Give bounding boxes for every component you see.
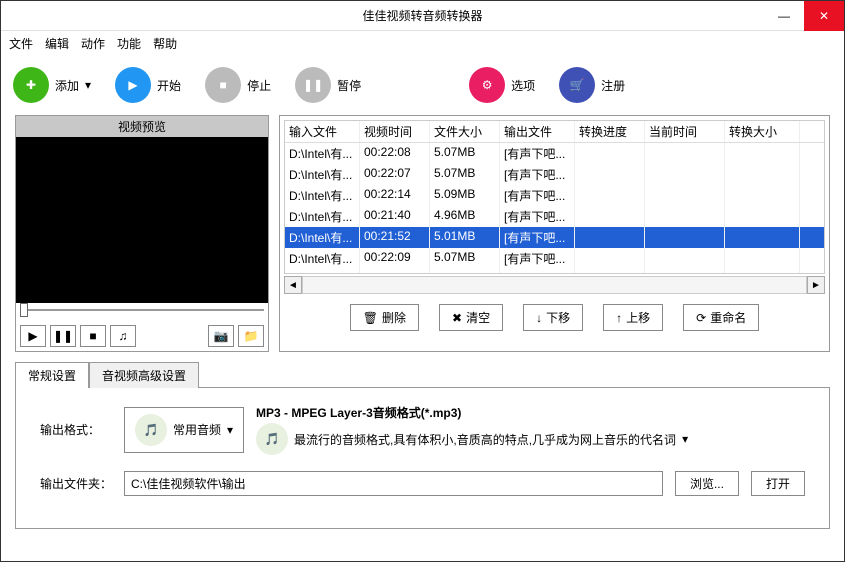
audio-button[interactable]: ♫ xyxy=(110,325,136,347)
options-button[interactable]: ⚙ 选项 xyxy=(469,67,535,103)
x-icon: ✖ xyxy=(452,311,462,325)
format-title: MP3 - MPEG Layer-3音频格式(*.mp3) xyxy=(256,404,805,421)
col-input[interactable]: 输入文件 xyxy=(285,121,360,142)
pause-button[interactable]: ❚❚ 暂停 xyxy=(295,67,361,103)
play-button[interactable]: ▶ xyxy=(20,325,46,347)
window-title: 佳佳视频转音频转换器 xyxy=(362,7,482,24)
format-label: 输出格式： xyxy=(40,421,112,438)
start-button[interactable]: ▶ 开始 xyxy=(115,67,181,103)
table-row[interactable]: D:\Intel\有...00:22:095.07MB[有声下吧... xyxy=(285,248,824,269)
gear-icon: ⚙ xyxy=(469,67,505,103)
file-table: 输入文件 视频时间 文件大小 输出文件 转换进度 当前时间 转换大小 D:\In… xyxy=(284,120,825,274)
clear-button[interactable]: ✖清空 xyxy=(439,304,503,331)
col-progress[interactable]: 转换进度 xyxy=(575,121,645,142)
delete-button[interactable]: 🗑删除 xyxy=(350,304,419,331)
tab-advanced[interactable]: 音视频高级设置 xyxy=(89,362,199,388)
format-combo[interactable]: 🎵 常用音频 ▾ xyxy=(124,407,244,453)
video-preview-area xyxy=(16,137,268,303)
minimize-button[interactable]: — xyxy=(764,1,804,31)
toolbar: ✚ 添加 ▾ ▶ 开始 ■ 停止 ❚❚ 暂停 ⚙ 选项 🛒 注册 xyxy=(1,55,844,115)
chevron-down-icon: ▾ xyxy=(85,78,91,92)
plus-icon: ✚ xyxy=(13,67,49,103)
scroll-left-icon[interactable]: ◄ xyxy=(284,276,302,294)
arrow-down-icon: ↓ xyxy=(536,311,542,325)
table-header: 输入文件 视频时间 文件大小 输出文件 转换进度 当前时间 转换大小 xyxy=(285,121,824,143)
open-button[interactable]: 打开 xyxy=(751,471,805,496)
stop-icon: ■ xyxy=(205,67,241,103)
table-row[interactable]: D:\Intel\有...00:21:404.96MB[有声下吧... xyxy=(285,206,824,227)
menu-bar: 文件 编辑 动作 功能 帮助 xyxy=(1,31,844,55)
horizontal-scrollbar[interactable]: ◄ ► xyxy=(284,276,825,294)
music-disc-icon: 🎵 xyxy=(256,423,288,455)
pause-icon: ❚❚ xyxy=(295,67,331,103)
table-row[interactable]: D:\Intel\有...00:22:085.07MB[有声下吧... xyxy=(285,143,824,164)
preview-title: 视频预览 xyxy=(16,116,268,137)
stop-button-small[interactable]: ■ xyxy=(80,325,106,347)
format-description: MP3 - MPEG Layer-3音频格式(*.mp3) 🎵 最流行的音频格式… xyxy=(256,404,805,455)
menu-file[interactable]: 文件 xyxy=(9,35,33,52)
table-row[interactable]: D:\Intel\有...00:22:145.09MB[有声下吧... xyxy=(285,185,824,206)
col-size[interactable]: 文件大小 xyxy=(430,121,500,142)
file-list-panel: 输入文件 视频时间 文件大小 输出文件 转换进度 当前时间 转换大小 D:\In… xyxy=(279,115,830,352)
music-disc-icon: 🎵 xyxy=(135,414,167,446)
browse-button[interactable]: 浏览... xyxy=(675,471,739,496)
col-outsize[interactable]: 转换大小 xyxy=(725,121,800,142)
folder-label: 输出文件夹： xyxy=(40,475,112,492)
close-button[interactable]: ✕ xyxy=(804,1,844,31)
menu-function[interactable]: 功能 xyxy=(117,35,141,52)
snapshot-button[interactable]: 📷 xyxy=(208,325,234,347)
col-curtime[interactable]: 当前时间 xyxy=(645,121,725,142)
seek-slider[interactable] xyxy=(16,303,268,321)
chevron-down-icon: ▾ xyxy=(227,423,233,437)
table-row[interactable]: D:\Intel\有...00:22:075.07MB[有声下吧... xyxy=(285,164,824,185)
table-row[interactable]: D:\Intel\有...00:22:075.07MB[有声下吧... xyxy=(285,269,824,274)
pause-button-small[interactable]: ❚❚ xyxy=(50,325,76,347)
moveup-button[interactable]: ↑上移 xyxy=(603,304,663,331)
col-output[interactable]: 输出文件 xyxy=(500,121,575,142)
register-button[interactable]: 🛒 注册 xyxy=(559,67,625,103)
chevron-down-icon[interactable]: ▾ xyxy=(682,432,688,446)
folder-button[interactable]: 📁 xyxy=(238,325,264,347)
output-folder-input[interactable]: C:\佳佳视频软件\输出 xyxy=(124,471,663,496)
add-button[interactable]: ✚ 添加 ▾ xyxy=(13,67,91,103)
arrow-up-icon: ↑ xyxy=(616,311,622,325)
settings-tabs: 常规设置 音视频高级设置 xyxy=(15,362,830,388)
col-duration[interactable]: 视频时间 xyxy=(360,121,430,142)
stop-button[interactable]: ■ 停止 xyxy=(205,67,271,103)
table-body: D:\Intel\有...00:22:085.07MB[有声下吧...D:\In… xyxy=(285,143,824,273)
menu-action[interactable]: 动作 xyxy=(81,35,105,52)
preview-panel: 视频预览 ▶ ❚❚ ■ ♫ 📷 📁 xyxy=(15,115,269,352)
menu-help[interactable]: 帮助 xyxy=(153,35,177,52)
cart-icon: 🛒 xyxy=(559,67,595,103)
play-icon: ▶ xyxy=(115,67,151,103)
movedown-button[interactable]: ↓下移 xyxy=(523,304,583,331)
trash-icon: 🗑 xyxy=(363,311,378,325)
refresh-icon: ⟳ xyxy=(696,311,706,325)
table-row[interactable]: D:\Intel\有...00:21:525.01MB[有声下吧... xyxy=(285,227,824,248)
scroll-right-icon[interactable]: ► xyxy=(807,276,825,294)
rename-button[interactable]: ⟳重命名 xyxy=(683,304,759,331)
menu-edit[interactable]: 编辑 xyxy=(45,35,69,52)
tab-general[interactable]: 常规设置 xyxy=(15,362,89,388)
title-bar: 佳佳视频转音频转换器 — ✕ xyxy=(1,1,844,31)
